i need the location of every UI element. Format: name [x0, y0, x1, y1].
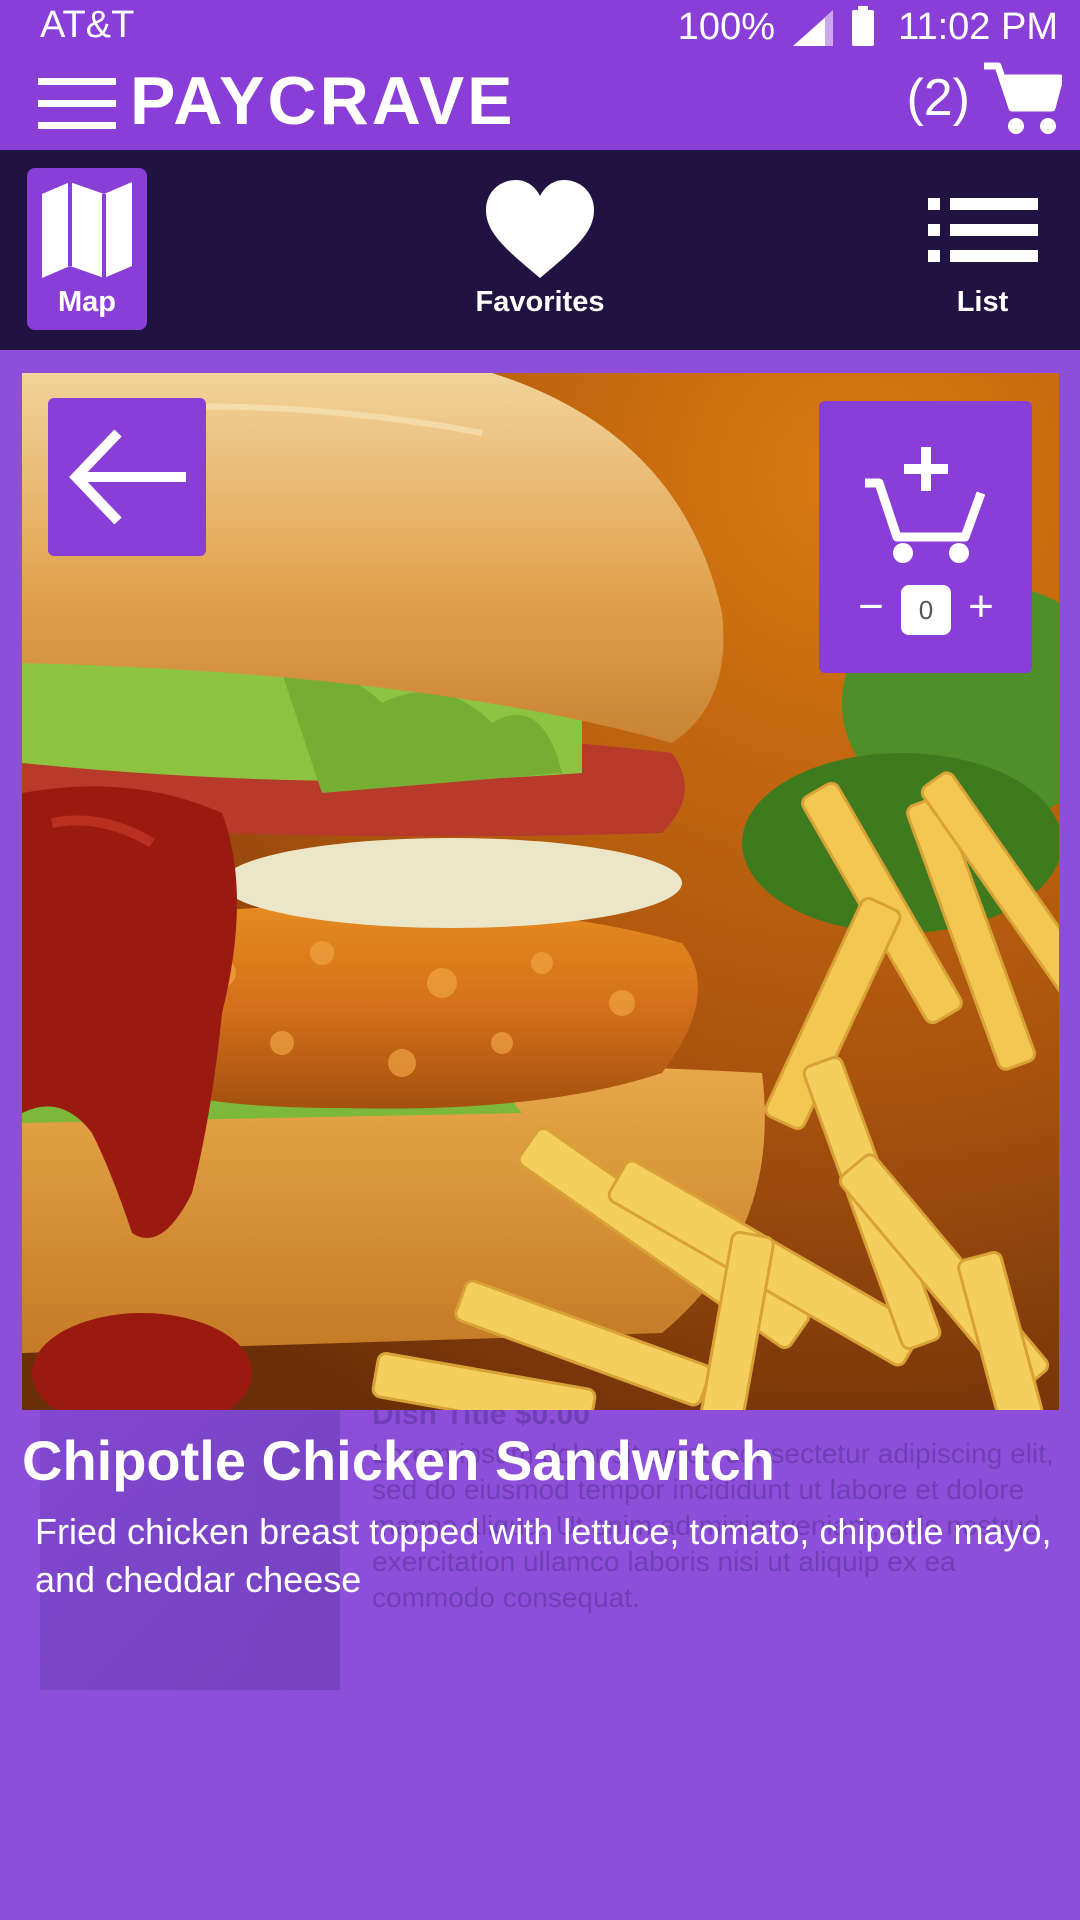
carrier-name: AT&T — [40, 4, 135, 46]
status-bar: AT&T 100% 11:02 PM — [0, 0, 1080, 52]
tab-list-label: List — [956, 286, 1009, 318]
tab-favorites-label: Favorites — [475, 286, 605, 318]
tab-map[interactable]: Map — [27, 168, 147, 330]
cart-count[interactable]: (2) — [906, 68, 970, 128]
tab-favorites[interactable]: Favorites — [460, 168, 620, 330]
clock: 11:02 PM — [898, 6, 1058, 48]
tab-list[interactable]: List — [910, 168, 1055, 330]
add-to-cart-icon[interactable] — [865, 441, 985, 563]
cart-icon[interactable] — [982, 62, 1062, 138]
battery-icon — [852, 6, 874, 46]
map-icon — [42, 182, 132, 278]
back-button[interactable] — [48, 398, 206, 556]
arrow-left-icon — [69, 429, 186, 525]
quantity-increment-button[interactable]: + — [961, 585, 1001, 629]
app-title: PAYCRAVE — [130, 63, 516, 139]
quantity-decrement-button[interactable]: − — [851, 585, 891, 629]
dish-name: Chipotle Chicken Sandwitch — [22, 1429, 775, 1492]
tab-map-label: Map — [58, 286, 116, 318]
view-toggle-bar: Map Favorites List — [0, 150, 1080, 350]
app-bar: PAYCRAVE (2) — [0, 52, 1080, 150]
add-to-cart-panel: − 0 + — [819, 401, 1032, 673]
dish-description: Fried chicken breast topped with lettuce… — [35, 1511, 1052, 1600]
list-icon — [927, 198, 1038, 262]
quantity-value[interactable]: 0 — [901, 585, 951, 635]
heart-icon — [486, 180, 594, 278]
menu-icon[interactable] — [38, 74, 116, 132]
battery-percentage: 100% — [677, 6, 775, 48]
signal-icon — [793, 10, 833, 46]
